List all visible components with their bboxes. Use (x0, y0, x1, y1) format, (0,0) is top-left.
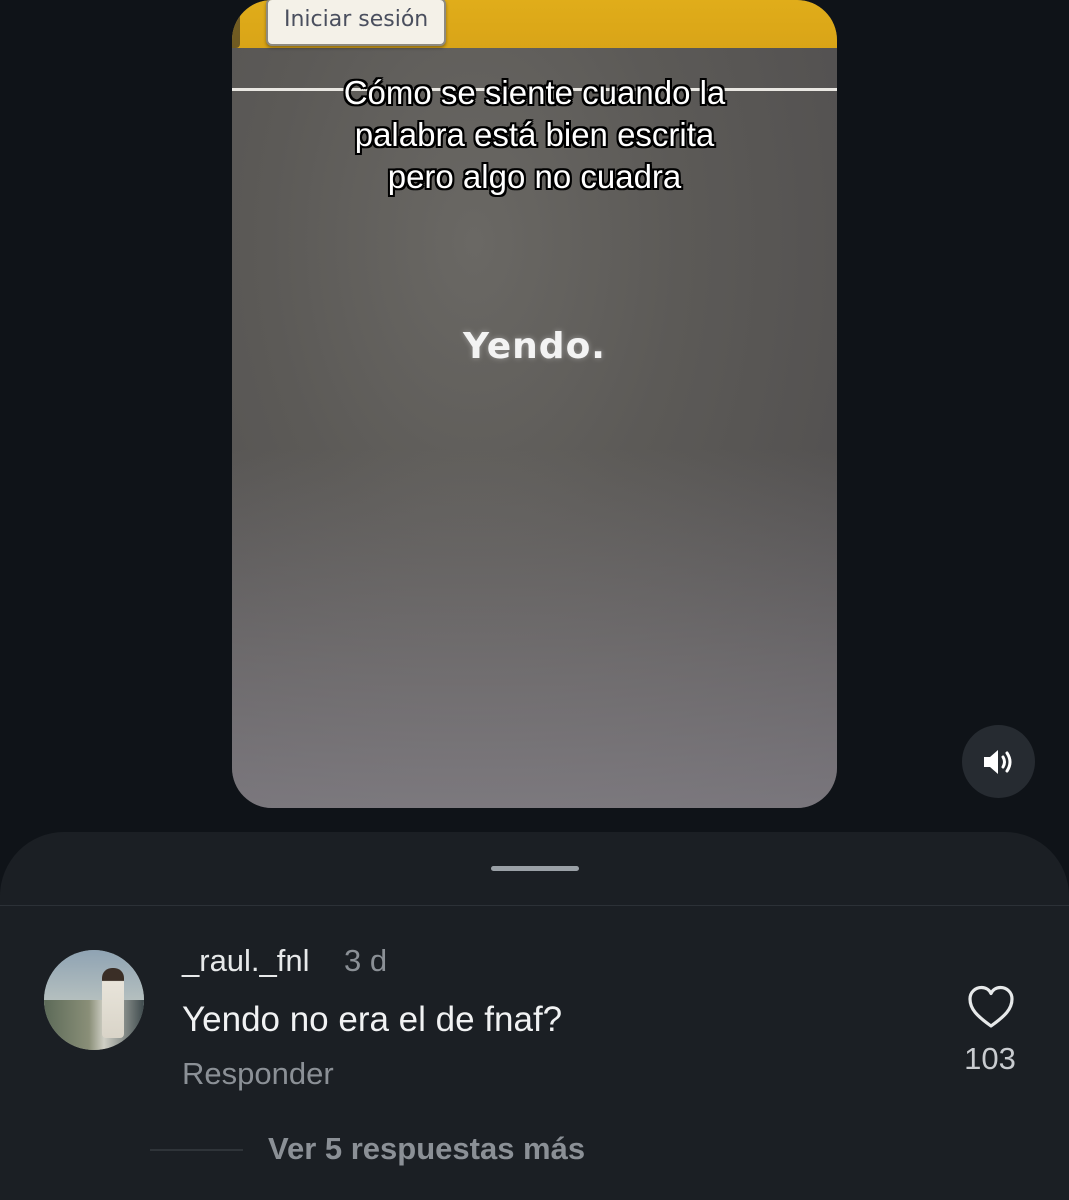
comment-timestamp: 3 d (344, 943, 388, 978)
avatar[interactable] (44, 950, 144, 1050)
sound-toggle-button[interactable] (962, 725, 1035, 798)
caption-line-1: Cómo se siente cuando la (343, 74, 726, 111)
speaker-volume-icon (983, 749, 1011, 774)
heart-outline-icon[interactable] (967, 985, 1015, 1029)
view-replies-button[interactable]: Ver 5 respuestas más (268, 1131, 585, 1167)
screen: Iniciar sesión Cómo se siente cuando la … (0, 0, 1069, 1200)
video-browser-bar: Iniciar sesión (232, 0, 837, 48)
comment-text: Yendo no era el de fnaf? (182, 1000, 563, 1039)
caption-line-3: pero algo no cuadra (387, 158, 682, 195)
video-center-word: Yendo. (463, 326, 606, 367)
replies-connector-line (150, 1149, 243, 1151)
comment-username[interactable]: _raul._fnl (182, 943, 310, 979)
video-player[interactable]: Iniciar sesión Cómo se siente cuando la … (232, 0, 837, 808)
sheet-divider (0, 905, 1069, 906)
video-caption: Cómo se siente cuando la palabra está bi… (232, 72, 837, 198)
browser-bar-edge (232, 0, 240, 48)
sheet-drag-handle[interactable] (491, 866, 579, 871)
reply-button[interactable]: Responder (182, 1056, 334, 1092)
like-count: 103 (964, 1041, 1016, 1076)
caption-line-2: palabra está bien escrita (354, 116, 715, 153)
video-signin-button: Iniciar sesión (266, 0, 447, 46)
